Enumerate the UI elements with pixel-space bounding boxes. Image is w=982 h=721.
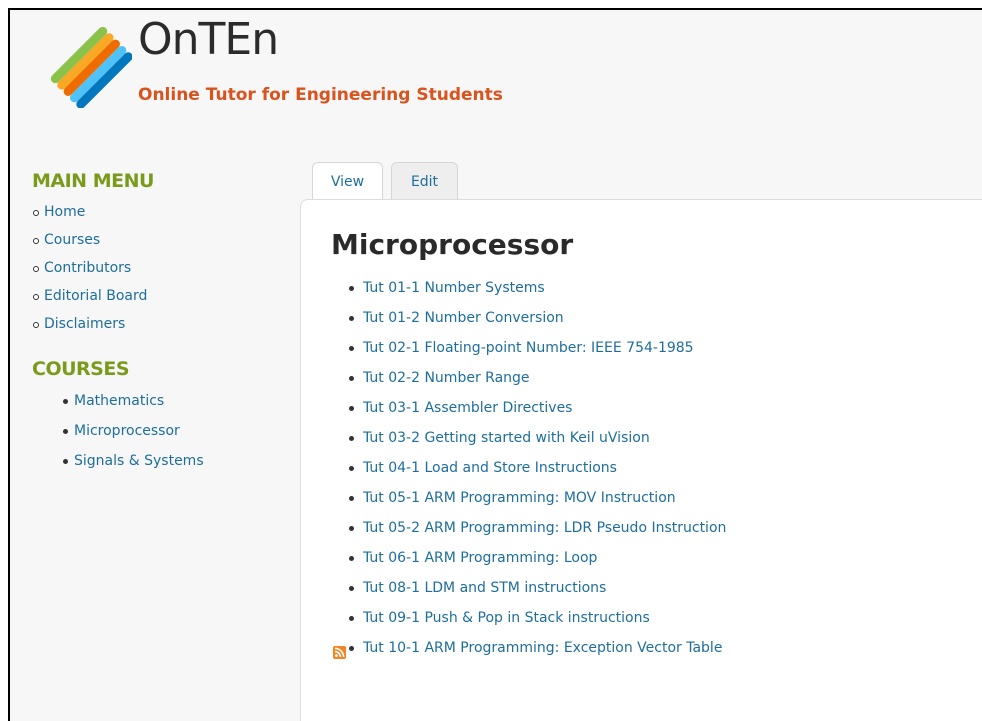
tutorial-link[interactable]: Tut 04-1 Load and Store Instructions <box>363 460 617 476</box>
tutorial-link[interactable]: Tut 08-1 LDM and STM instructions <box>363 580 606 596</box>
tab-edit[interactable]: Edit <box>391 162 458 200</box>
tutorial-link[interactable]: Tut 03-1 Assembler Directives <box>363 400 572 416</box>
list-item: Tut 02-2 Number Range <box>349 363 969 393</box>
sidebar: MAIN MENU Home Courses Contributors Edit… <box>32 170 292 476</box>
courses-title: COURSES <box>32 358 130 380</box>
main-menu-title: MAIN MENU <box>32 170 154 192</box>
menu-item-disclaimers: Disclaimers <box>32 310 292 338</box>
rss-feed-icon[interactable] <box>333 646 346 659</box>
page-frame: OnTEn Online Tutor for Engineering Stude… <box>8 8 982 721</box>
menu-link-courses[interactable]: Courses <box>44 232 100 248</box>
menu-link-disclaimers[interactable]: Disclaimers <box>44 316 125 332</box>
list-item: Tut 10-1 ARM Programming: Exception Vect… <box>349 633 969 663</box>
page-title: Microprocessor <box>331 228 574 261</box>
tutorial-link[interactable]: Tut 05-2 ARM Programming: LDR Pseudo Ins… <box>363 520 726 536</box>
site-name[interactable]: OnTEn <box>138 14 279 65</box>
list-item: Tut 03-1 Assembler Directives <box>349 393 969 423</box>
menu-item-editorial-board: Editorial Board <box>32 282 292 310</box>
course-link-mathematics[interactable]: Mathematics <box>74 393 164 409</box>
menu-item-courses: Courses <box>32 226 292 254</box>
site-logo-icon[interactable] <box>48 24 132 108</box>
list-item: Tut 05-2 ARM Programming: LDR Pseudo Ins… <box>349 513 969 543</box>
tutorial-link[interactable]: Tut 06-1 ARM Programming: Loop <box>363 550 597 566</box>
list-item: Tut 06-1 ARM Programming: Loop <box>349 543 969 573</box>
course-item-mathematics: Mathematics <box>62 386 292 416</box>
site-slogan: Online Tutor for Engineering Students <box>138 85 503 105</box>
tutorial-link[interactable]: Tut 01-1 Number Systems <box>363 280 545 296</box>
course-link-signals-systems[interactable]: Signals & Systems <box>74 453 204 469</box>
tutorial-link[interactable]: Tut 09-1 Push & Pop in Stack instruction… <box>363 610 650 626</box>
list-item: Tut 04-1 Load and Store Instructions <box>349 453 969 483</box>
course-item-signals-systems: Signals & Systems <box>62 446 292 476</box>
tutorial-link[interactable]: Tut 10-1 ARM Programming: Exception Vect… <box>363 640 722 656</box>
menu-item-home: Home <box>32 198 292 226</box>
list-item: Tut 05-1 ARM Programming: MOV Instructio… <box>349 483 969 513</box>
main-content: Microprocessor Tut 01-1 Number Systems T… <box>300 199 982 721</box>
tutorial-link[interactable]: Tut 01-2 Number Conversion <box>363 310 564 326</box>
course-item-microprocessor: Microprocessor <box>62 416 292 446</box>
tab-view[interactable]: View <box>312 162 383 200</box>
list-item: Tut 01-1 Number Systems <box>349 273 969 303</box>
tutorial-link[interactable]: Tut 02-2 Number Range <box>363 370 530 386</box>
tutorial-link[interactable]: Tut 02-1 Floating-point Number: IEEE 754… <box>363 340 694 356</box>
menu-link-editorial-board[interactable]: Editorial Board <box>44 288 147 304</box>
course-link-microprocessor[interactable]: Microprocessor <box>74 423 180 439</box>
site-header: OnTEn Online Tutor for Engineering Stude… <box>10 10 982 150</box>
list-item: Tut 09-1 Push & Pop in Stack instruction… <box>349 603 969 633</box>
list-item: Tut 01-2 Number Conversion <box>349 303 969 333</box>
courses-block: COURSES Mathematics Microprocessor Signa… <box>32 358 292 476</box>
menu-link-home[interactable]: Home <box>44 204 85 220</box>
list-item: Tut 02-1 Floating-point Number: IEEE 754… <box>349 333 969 363</box>
menu-link-contributors[interactable]: Contributors <box>44 260 131 276</box>
tutorial-link[interactable]: Tut 05-1 ARM Programming: MOV Instructio… <box>363 490 676 506</box>
tutorial-link[interactable]: Tut 03-2 Getting started with Keil uVisi… <box>363 430 650 446</box>
main-menu: Home Courses Contributors Editorial Boar… <box>32 198 292 338</box>
list-item: Tut 08-1 LDM and STM instructions <box>349 573 969 603</box>
menu-item-contributors: Contributors <box>32 254 292 282</box>
courses-menu: Mathematics Microprocessor Signals & Sys… <box>32 386 292 476</box>
tutorial-list: Tut 01-1 Number Systems Tut 01-2 Number … <box>349 273 969 663</box>
main-menu-block: MAIN MENU Home Courses Contributors Edit… <box>32 170 292 338</box>
list-item: Tut 03-2 Getting started with Keil uVisi… <box>349 423 969 453</box>
